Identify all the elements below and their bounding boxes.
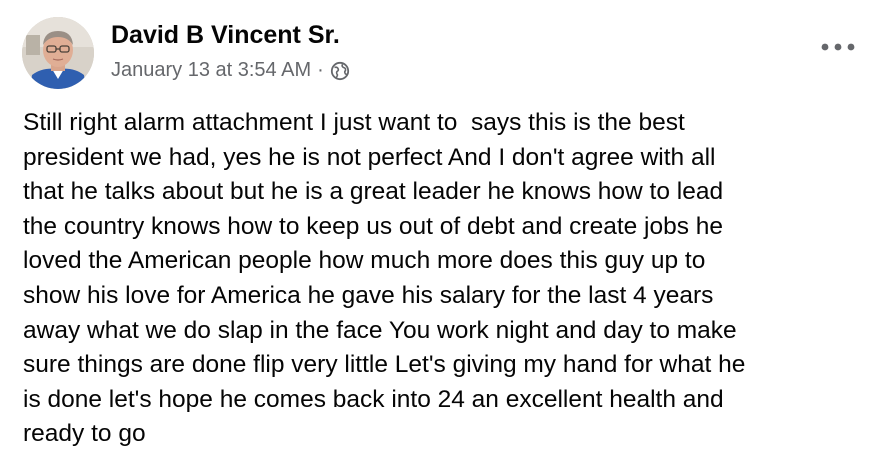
meta-separator: ·	[317, 59, 324, 81]
post-text-line: loved the American people how much more …	[23, 247, 706, 275]
feed-post: David B Vincent Sr. January 13 at 3:54 A…	[0, 0, 886, 476]
avatar[interactable]	[22, 17, 94, 89]
post-text-line: sure things are done flip very little Le…	[23, 351, 746, 379]
post-text-line: Still right alarm attachment I just want…	[23, 109, 685, 136]
post-text-line: away what we do slap in the face You wor…	[23, 316, 737, 344]
post-text-line: president we had, yes he is not perfect …	[23, 143, 716, 171]
post-text-line: is done let's hope he comes back into 24…	[23, 385, 724, 413]
post-text-line: show his love for America he gave his sa…	[23, 281, 714, 309]
post-text: Still right alarm attachment I just want…	[23, 106, 873, 452]
post-text-line: the country knows how to keep us out of …	[23, 212, 724, 240]
globe-icon[interactable]	[330, 61, 350, 81]
profile-photo	[22, 17, 94, 89]
post-text-line: ready to go	[23, 420, 146, 448]
author-name[interactable]: David B Vincent Sr.	[111, 21, 340, 50]
post-meta: January 13 at 3:54 AM ·	[111, 59, 350, 82]
more-options-icon[interactable]	[815, 34, 861, 60]
post-text-line: that he talks about but he is a great le…	[23, 178, 724, 206]
post-timestamp[interactable]: January 13 at 3:54 AM	[111, 59, 311, 82]
